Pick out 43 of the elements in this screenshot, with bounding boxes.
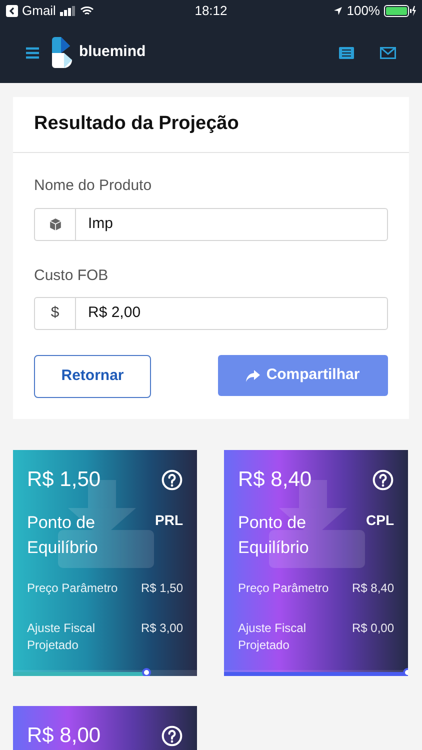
price: R$ 1,50 (27, 467, 101, 493)
input-field[interactable]: $ R$ 2,00 (34, 297, 388, 330)
mail-icon[interactable] (380, 46, 396, 58)
row-label: Ajuste Fiscal Projetado (238, 620, 308, 654)
back-app-label[interactable]: Gmail (22, 1, 56, 21)
row-label: Preço Parâmetro (238, 580, 330, 596)
card-title: Ponto de Equilíbrio (238, 512, 310, 558)
field-value: Imp (87, 214, 114, 234)
progress-thumb[interactable] (142, 668, 152, 676)
card-code: CPL (366, 510, 394, 530)
signal-icon (60, 6, 76, 16)
card-title: Ponto de Equilíbrio (27, 512, 99, 558)
list-icon[interactable] (339, 46, 354, 58)
row-value: R$ 0,00 (352, 620, 394, 636)
help-icon[interactable] (161, 468, 183, 491)
clock: 18:12 (194, 2, 228, 20)
panel-title: Resultado da Projeção (34, 112, 239, 136)
row-label: Ajuste Fiscal Projetado (27, 620, 96, 654)
wifi-icon (80, 6, 94, 16)
input-field[interactable]: Imp (34, 208, 388, 240)
location-icon (332, 6, 343, 16)
battery-icon (384, 5, 416, 17)
field-value: R$ 2,00 (87, 303, 141, 324)
field-label: Nome do Produto (34, 176, 153, 196)
brand-name: bluemind (79, 42, 146, 62)
row-value: R$ 8,40 (352, 580, 394, 596)
battery-percent: 100% (346, 2, 380, 20)
logo-icon (52, 37, 74, 68)
row-value: R$ 3,00 (140, 620, 183, 636)
row-value: R$ 1,50 (140, 580, 183, 596)
price: R$ 8,40 (238, 467, 312, 493)
card-code: PRL (155, 510, 183, 530)
return-button[interactable]: Retornar (34, 355, 151, 398)
field-label: Custo FOB (34, 266, 110, 286)
cube-icon (48, 218, 62, 230)
menu-icon[interactable] (26, 46, 39, 58)
row-label: Preço Parâmetro (27, 580, 119, 596)
help-icon[interactable] (161, 724, 183, 747)
price: R$ 8,00 (27, 723, 101, 749)
currency-symbol: $ (50, 303, 60, 324)
share-icon (246, 370, 260, 382)
back-icon[interactable] (6, 5, 18, 17)
help-icon[interactable] (372, 468, 394, 491)
